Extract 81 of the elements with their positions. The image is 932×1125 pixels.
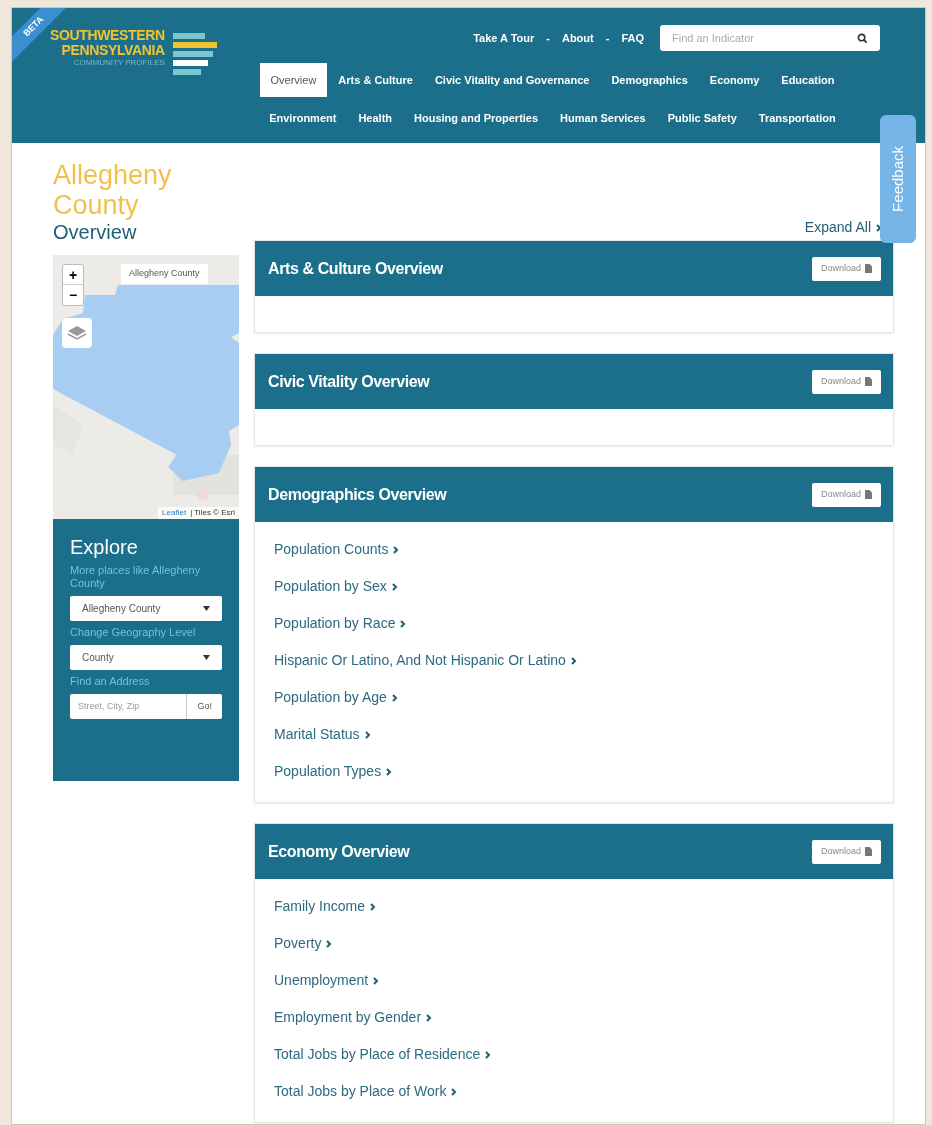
go-button[interactable]: Go!	[186, 694, 222, 719]
indicator-link[interactable]: Population by Sex	[274, 577, 893, 595]
logo-tagline: COMMUNITY PROFILES	[73, 58, 165, 68]
map-attribution: | Tiles © Esri	[190, 507, 235, 519]
chevron-icon	[570, 657, 577, 666]
indicator-link[interactable]: Poverty	[274, 934, 893, 952]
header-link[interactable]: Take A Tour	[473, 29, 535, 47]
chevron-icon	[373, 977, 380, 986]
select-field[interactable]: County	[70, 645, 222, 670]
logo-text: PENNSYLVANIA	[61, 43, 165, 58]
place-subtitle: Overview	[53, 220, 138, 244]
nav-tab[interactable]: Public Safety	[656, 101, 748, 135]
chevron-icon	[400, 620, 407, 629]
nav-tab[interactable]: Health	[347, 101, 404, 135]
nav-tab[interactable]: Civic Vitality and Governance	[423, 63, 601, 97]
chevron-icon	[485, 1051, 492, 1060]
map-label: Allegheny County	[121, 264, 208, 284]
zoom-out-button[interactable]: −	[63, 285, 83, 305]
section-title: Economy Overview	[268, 841, 410, 862]
field-label: More places like Allegheny County	[70, 564, 202, 590]
indicator-link[interactable]: Employment by Gender	[274, 1008, 893, 1026]
indicator-link[interactable]: Unemployment	[274, 971, 893, 989]
indicator-link[interactable]: Population by Age	[274, 688, 893, 706]
download-button[interactable]: Download	[811, 839, 881, 864]
file-icon	[865, 264, 872, 273]
indicator-link[interactable]: Marital Status	[274, 725, 893, 743]
file-icon	[865, 847, 872, 856]
chevron-icon	[426, 1014, 433, 1023]
search-field[interactable]: Find an Indicator	[660, 25, 880, 51]
indicator-link[interactable]: Population by Race	[274, 614, 893, 632]
chevron-icon	[364, 731, 371, 740]
indicator-link[interactable]: Family Income	[274, 897, 893, 915]
nav-tab[interactable]: Demographics	[600, 63, 699, 97]
chevron-icon	[393, 546, 400, 555]
file-icon	[865, 490, 872, 499]
section-title: Civic Vitality Overview	[268, 371, 430, 392]
chevron-icon	[451, 1088, 458, 1097]
chevron-icon	[386, 768, 393, 777]
chevron-icon	[391, 583, 398, 592]
field-label: Change Geography Level	[70, 626, 197, 639]
chevron-icon	[391, 694, 398, 703]
attribution-link[interactable]: Leaflet	[162, 507, 187, 519]
layers-icon	[67, 324, 87, 342]
layers-button[interactable]	[62, 318, 92, 348]
chevron-icon	[876, 224, 882, 233]
nav-tab[interactable]: Education	[770, 63, 846, 97]
download-button[interactable]: Download	[811, 482, 881, 507]
expand-all-link[interactable]: Expand All	[804, 218, 882, 236]
search-icon	[857, 33, 868, 44]
nav-tab[interactable]: Transportation	[747, 101, 847, 135]
header-link[interactable]: FAQ	[621, 29, 644, 47]
download-button[interactable]: Download	[811, 369, 881, 394]
dropdown-arrow-icon	[203, 655, 210, 660]
nav-tab[interactable]: Human Services	[549, 101, 657, 135]
place-title: Allegheny County	[53, 160, 173, 220]
zoom-in-button[interactable]: +	[63, 265, 83, 285]
indicator-link[interactable]: Total Jobs by Place of Work	[274, 1082, 893, 1100]
logo-text: SOUTHWESTERN	[50, 28, 165, 43]
download-button[interactable]: Download	[811, 256, 881, 281]
address-field[interactable]: Street, City, Zip	[70, 694, 187, 719]
indicator-link[interactable]: Total Jobs by Place of Residence	[274, 1045, 893, 1063]
chevron-icon	[370, 903, 377, 912]
nav-tab[interactable]: Economy	[698, 63, 771, 97]
indicator-link[interactable]: Hispanic Or Latino, And Not Hispanic Or Latino	[274, 651, 893, 669]
link-separator: -	[546, 30, 550, 46]
nav-tab[interactable]: Arts & Culture	[327, 63, 424, 97]
indicator-link[interactable]: Population Types	[274, 762, 893, 780]
section-title: Arts & Culture Overview	[268, 258, 443, 279]
nav-tab[interactable]: Housing and Properties	[403, 101, 550, 135]
nav-tab[interactable]: Overview	[259, 63, 328, 97]
chevron-icon	[326, 940, 333, 949]
explore-title: Explore	[70, 535, 139, 559]
link-separator: -	[605, 30, 610, 46]
file-icon	[865, 377, 872, 386]
dropdown-arrow-icon	[203, 606, 210, 611]
nav-tab[interactable]: Environment	[258, 101, 348, 135]
indicator-link[interactable]: Population Counts	[274, 540, 893, 558]
section-title: Demographics Overview	[268, 484, 447, 505]
header-link[interactable]: About	[561, 29, 594, 47]
select-field[interactable]: Allegheny County	[70, 596, 222, 621]
field-label: Find an Address	[70, 675, 151, 688]
